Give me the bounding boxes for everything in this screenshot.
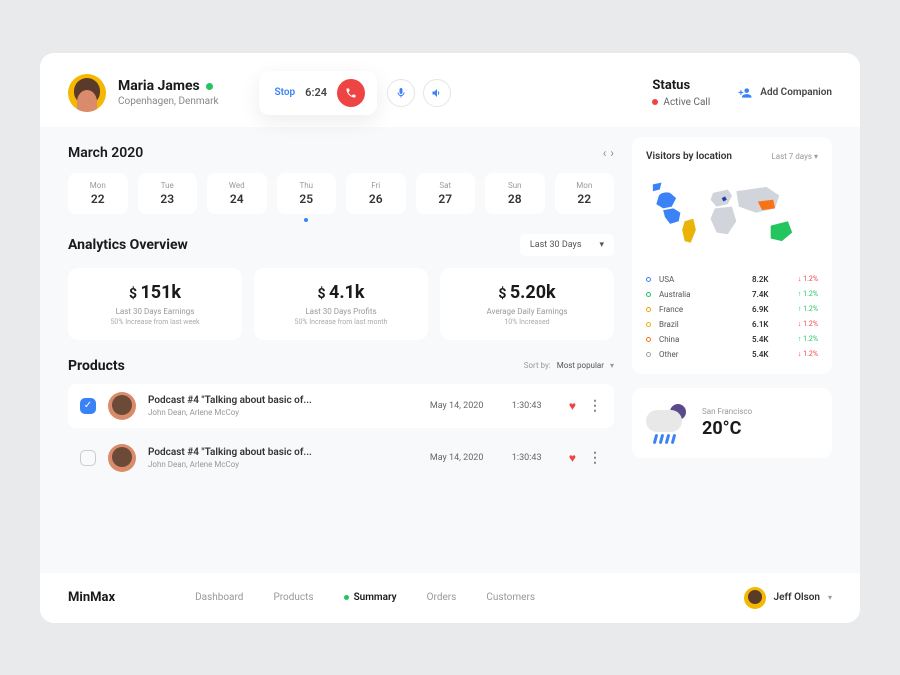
analytics-cards: $ 151k Last 30 Days Earnings 50% Increas…	[68, 268, 614, 340]
add-companion-button[interactable]: Add Companion	[738, 86, 832, 100]
calendar-next[interactable]: ›	[610, 146, 614, 160]
active-dot	[344, 595, 349, 600]
change: ↑ 1.2%	[788, 290, 818, 298]
analytics-card: $ 4.1k Last 30 Days Profits 50% Increase…	[254, 268, 428, 340]
user-location: Copenhagen, Denmark	[118, 96, 219, 107]
weather-city: San Francisco	[702, 407, 752, 416]
analytics-title: Analytics Overview	[68, 237, 188, 253]
weather-temp: 20°C	[702, 418, 752, 439]
day-cell[interactable]: Mon22	[555, 173, 615, 214]
product-date: May 14, 2020	[430, 453, 500, 463]
nav-products[interactable]: Products	[273, 592, 313, 603]
chevron-down-icon: ▾	[610, 361, 614, 370]
product-avatar	[108, 392, 136, 420]
products-header: Products Sort by:Most popular▾	[68, 358, 614, 374]
add-user-icon	[738, 86, 752, 100]
brand-logo[interactable]: MinMax	[68, 590, 115, 605]
change: ↑ 1.2%	[788, 305, 818, 313]
product-duration: 1:30:43	[512, 401, 557, 411]
day-cell[interactable]: Sat27	[416, 173, 476, 214]
location-row: Australia7.4K↑ 1.2%	[646, 287, 818, 302]
product-date: May 14, 2020	[430, 401, 500, 411]
call-controls: Stop 6:24	[259, 71, 377, 115]
calendar-days: Mon22 Tue23 Wed24 Thu25 Fri26 Sat27 Sun2…	[68, 173, 614, 214]
speaker-button[interactable]	[423, 79, 451, 107]
day-cell[interactable]: Fri26	[346, 173, 406, 214]
call-timer: 6:24	[305, 86, 327, 99]
products-title: Products	[68, 358, 125, 374]
change: ↓ 1.2%	[788, 275, 818, 283]
location-row: China5.4K↑ 1.2%	[646, 332, 818, 347]
product-info: Podcast #4 "Talking about basic of... Jo…	[148, 447, 418, 469]
day-cell[interactable]: Thu25	[277, 173, 337, 214]
location-row: USA8.2K↓ 1.2%	[646, 272, 818, 287]
location-dot	[646, 352, 651, 357]
user-avatar[interactable]	[68, 74, 106, 112]
status-value: Active Call	[652, 97, 710, 108]
day-cell[interactable]: Wed24	[207, 173, 267, 214]
pause-button[interactable]: Stop	[271, 87, 296, 98]
visitors-range-dropdown[interactable]: Last 7 days ▾	[771, 152, 818, 161]
location-dot	[646, 292, 651, 297]
change: ↓ 1.2%	[788, 320, 818, 328]
visitors-panel: Visitors by location Last 7 days ▾	[632, 137, 832, 374]
day-cell[interactable]: Sun28	[485, 173, 545, 214]
analytics-range-dropdown[interactable]: Last 30 Days▾	[520, 234, 614, 256]
header: Maria James Copenhagen, Denmark Stop 6:2…	[40, 53, 860, 127]
product-row[interactable]: ✓ Podcast #4 "Talking about basic of... …	[68, 384, 614, 428]
calendar-header: March 2020 ‹ ›	[68, 145, 614, 161]
mic-button[interactable]	[387, 79, 415, 107]
analytics-header: Analytics Overview Last 30 Days▾	[68, 234, 614, 256]
calendar-title: March 2020	[68, 145, 143, 161]
location-row: Brazil6.1K↓ 1.2%	[646, 317, 818, 332]
heart-icon[interactable]: ♥	[569, 399, 576, 413]
nav-summary[interactable]: Summary	[344, 592, 397, 603]
product-duration: 1:30:43	[512, 453, 557, 463]
location-dot	[646, 307, 651, 312]
hangup-button[interactable]	[337, 79, 365, 107]
day-cell[interactable]: Mon22	[68, 173, 128, 214]
nav-dashboard[interactable]: Dashboard	[195, 592, 243, 603]
product-checkbox[interactable]	[80, 450, 96, 466]
footer: MinMax Dashboard Products Summary Orders…	[40, 573, 860, 623]
product-info: Podcast #4 "Talking about basic of... Jo…	[148, 395, 418, 417]
products-list: ✓ Podcast #4 "Talking about basic of... …	[68, 384, 614, 480]
status-box: Status Active Call	[652, 78, 710, 108]
user-info: Maria James Copenhagen, Denmark	[118, 78, 219, 107]
nav-orders[interactable]: Orders	[427, 592, 457, 603]
heart-icon[interactable]: ♥	[569, 451, 576, 465]
footer-avatar	[744, 587, 766, 609]
analytics-card: $ 151k Last 30 Days Earnings 50% Increas…	[68, 268, 242, 340]
user-name: Maria James	[118, 78, 219, 94]
more-icon[interactable]: ⋮	[588, 450, 602, 466]
world-map	[646, 172, 818, 262]
location-dot	[646, 277, 651, 282]
location-row: France6.9K↑ 1.2%	[646, 302, 818, 317]
product-avatar	[108, 444, 136, 472]
visitors-title: Visitors by location	[646, 151, 732, 162]
chevron-down-icon: ▾	[828, 593, 832, 602]
nav-customers[interactable]: Customers	[486, 592, 535, 603]
footer-nav: Dashboard Products Summary Orders Custom…	[195, 592, 535, 603]
calendar-prev[interactable]: ‹	[603, 146, 607, 160]
location-row: Other5.4K↓ 1.2%	[646, 347, 818, 362]
footer-user[interactable]: Jeff Olson ▾	[744, 587, 832, 609]
chevron-down-icon: ▾	[599, 240, 604, 250]
weather-icon	[646, 402, 688, 444]
product-checkbox[interactable]: ✓	[80, 398, 96, 414]
more-icon[interactable]: ⋮	[588, 398, 602, 414]
change: ↑ 1.2%	[788, 335, 818, 343]
online-dot	[206, 83, 213, 90]
currency: $	[129, 286, 141, 302]
change: ↓ 1.2%	[788, 350, 818, 358]
analytics-card: $ 5.20k Average Daily Earnings 10% Incre…	[440, 268, 614, 340]
weather-panel: San Francisco 20°C	[632, 388, 832, 458]
location-dot	[646, 337, 651, 342]
status-title: Status	[652, 78, 710, 93]
product-row[interactable]: Podcast #4 "Talking about basic of... Jo…	[68, 436, 614, 480]
location-dot	[646, 322, 651, 327]
locations-list: USA8.2K↓ 1.2% Australia7.4K↑ 1.2% France…	[646, 272, 818, 362]
sort-dropdown[interactable]: Sort by:Most popular▾	[524, 361, 614, 370]
day-cell[interactable]: Tue23	[138, 173, 198, 214]
